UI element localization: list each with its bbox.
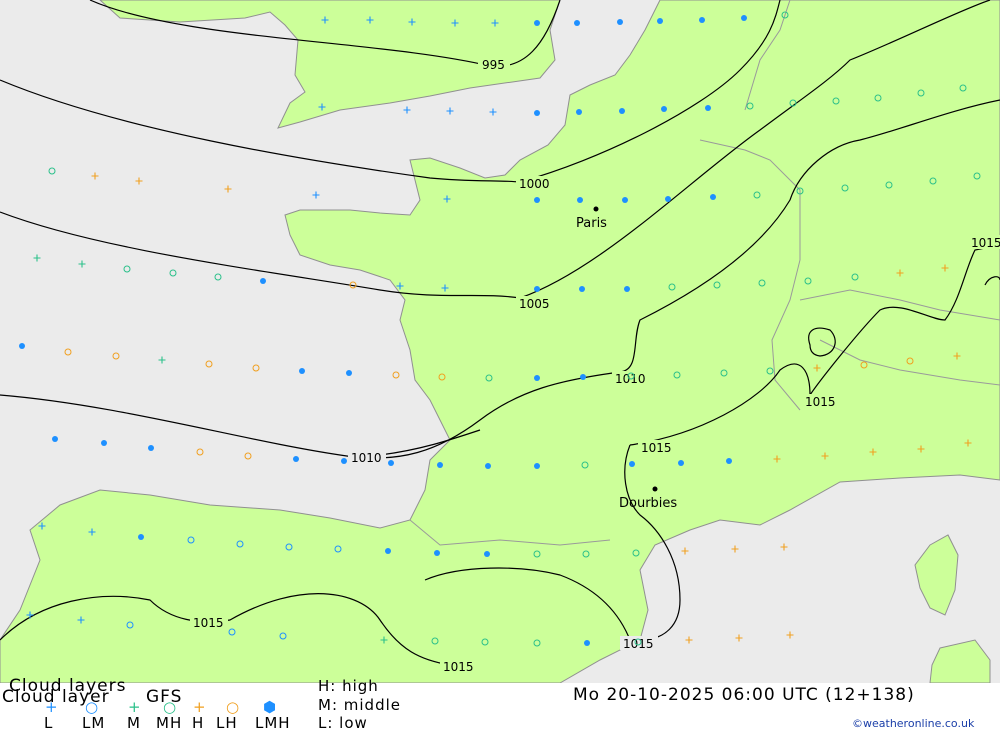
- isobar-label-1005: 1005: [519, 297, 550, 311]
- credit-link[interactable]: ©weatheronline.co.uk: [852, 717, 974, 730]
- legend-cat-lm: LM: [82, 714, 106, 732]
- cloud-dot-icon: [346, 370, 352, 376]
- cloud-dot-icon: [624, 286, 630, 292]
- cloud-dot-icon: [699, 17, 705, 23]
- isobar-label-1010: 1010: [351, 451, 382, 465]
- cloud-dot-icon: [534, 286, 540, 292]
- city-dot-paris: [593, 206, 599, 212]
- cloud-dot-icon: [260, 278, 266, 284]
- city-label-paris: Paris: [576, 216, 607, 231]
- legend-ring-icon: ○: [85, 698, 99, 716]
- cloud-dot-icon: [584, 640, 590, 646]
- legend-cat-l: L: [44, 714, 54, 732]
- cloud-dot-icon: [534, 375, 540, 381]
- legend-ring-icon: ○: [226, 698, 240, 716]
- legend-panel: Cloud layers Cloud layer GFS + ○ + ○ + ○ ⬢ L L…: [0, 676, 1000, 733]
- isobar-label-1015: 1015: [193, 616, 224, 630]
- cloud-dot-icon: [485, 463, 491, 469]
- cloud-dot-icon: [534, 20, 540, 26]
- legend-plus-icon: +: [45, 698, 58, 716]
- legend-plus-icon: +: [193, 698, 206, 716]
- cloud-dot-icon: [101, 440, 107, 446]
- isobar-label-995: 995: [482, 58, 505, 72]
- cloud-dot-icon: [148, 445, 154, 451]
- cloud-dot-icon: [579, 286, 585, 292]
- cloud-dot-icon: [678, 460, 684, 466]
- cloud-dot-icon: [619, 108, 625, 114]
- legend-hexagon-icon: ⬢: [263, 698, 277, 716]
- cloud-dot-icon: [705, 105, 711, 111]
- legend-low-label: L: low: [318, 714, 368, 732]
- cloud-dot-icon: [629, 461, 635, 467]
- cloud-dot-icon: [534, 463, 540, 469]
- cloud-dot-icon: [534, 197, 540, 203]
- cloud-dot-icon: [52, 436, 58, 442]
- cloud-dot-icon: [577, 197, 583, 203]
- forecast-datetime: Mo 20-10-2025 06:00 UTC (12+138): [573, 685, 915, 705]
- legend-plus-icon: +: [128, 698, 141, 716]
- cloud-dot-icon: [19, 343, 25, 349]
- cloud-dot-icon: [388, 460, 394, 466]
- legend-cat-h: H: [192, 714, 205, 732]
- cloud-dot-icon: [138, 534, 144, 540]
- cloud-dot-icon: [726, 458, 732, 464]
- cloud-dot-icon: [576, 109, 582, 115]
- city-dot-dourbies: [652, 486, 658, 492]
- cloud-dot-icon: [437, 462, 443, 468]
- cloud-dot-icon: [299, 368, 305, 374]
- cloud-dot-icon: [341, 458, 347, 464]
- city-label-dourbies: Dourbies: [619, 496, 677, 511]
- legend-cat-mh: MH: [156, 714, 183, 732]
- cloud-dot-icon: [665, 196, 671, 202]
- legend-cat-lh: LH: [216, 714, 238, 732]
- cloud-dot-icon: [574, 20, 580, 26]
- weather-map-screen: 995 1000 1005 1010 1010 1015 1015 1015 1…: [0, 0, 1000, 733]
- cloud-dot-icon: [484, 551, 490, 557]
- cloud-layers-map: 995 1000 1005 1010 1010 1015 1015 1015 1…: [0, 0, 1000, 683]
- legend-middle-label: M: middle: [318, 696, 401, 714]
- legend-ring-icon: ○: [163, 698, 177, 716]
- cloud-dot-icon: [741, 15, 747, 21]
- legend-cat-lmh: LMH: [255, 714, 291, 732]
- cloud-dot-icon: [580, 374, 586, 380]
- cloud-dot-icon: [293, 456, 299, 462]
- cloud-dot-icon: [434, 550, 440, 556]
- isobar-label-1015: 1015: [971, 236, 1000, 250]
- isobar-label-1000: 1000: [519, 177, 550, 191]
- legend-high-label: H: high: [318, 677, 379, 695]
- cloud-dot-icon: [657, 18, 663, 24]
- isobar-label-1015: 1015: [805, 395, 836, 409]
- isobar-label-1015: 1015: [443, 660, 474, 674]
- isobar-label-1015: 1015: [641, 441, 672, 455]
- cloud-dot-icon: [617, 19, 623, 25]
- cloud-dot-icon: [534, 110, 540, 116]
- cloud-dot-icon: [710, 194, 716, 200]
- cloud-dot-icon: [622, 197, 628, 203]
- cloud-dot-icon: [661, 106, 667, 112]
- legend-cat-m: M: [127, 714, 141, 732]
- cloud-dot-icon: [385, 548, 391, 554]
